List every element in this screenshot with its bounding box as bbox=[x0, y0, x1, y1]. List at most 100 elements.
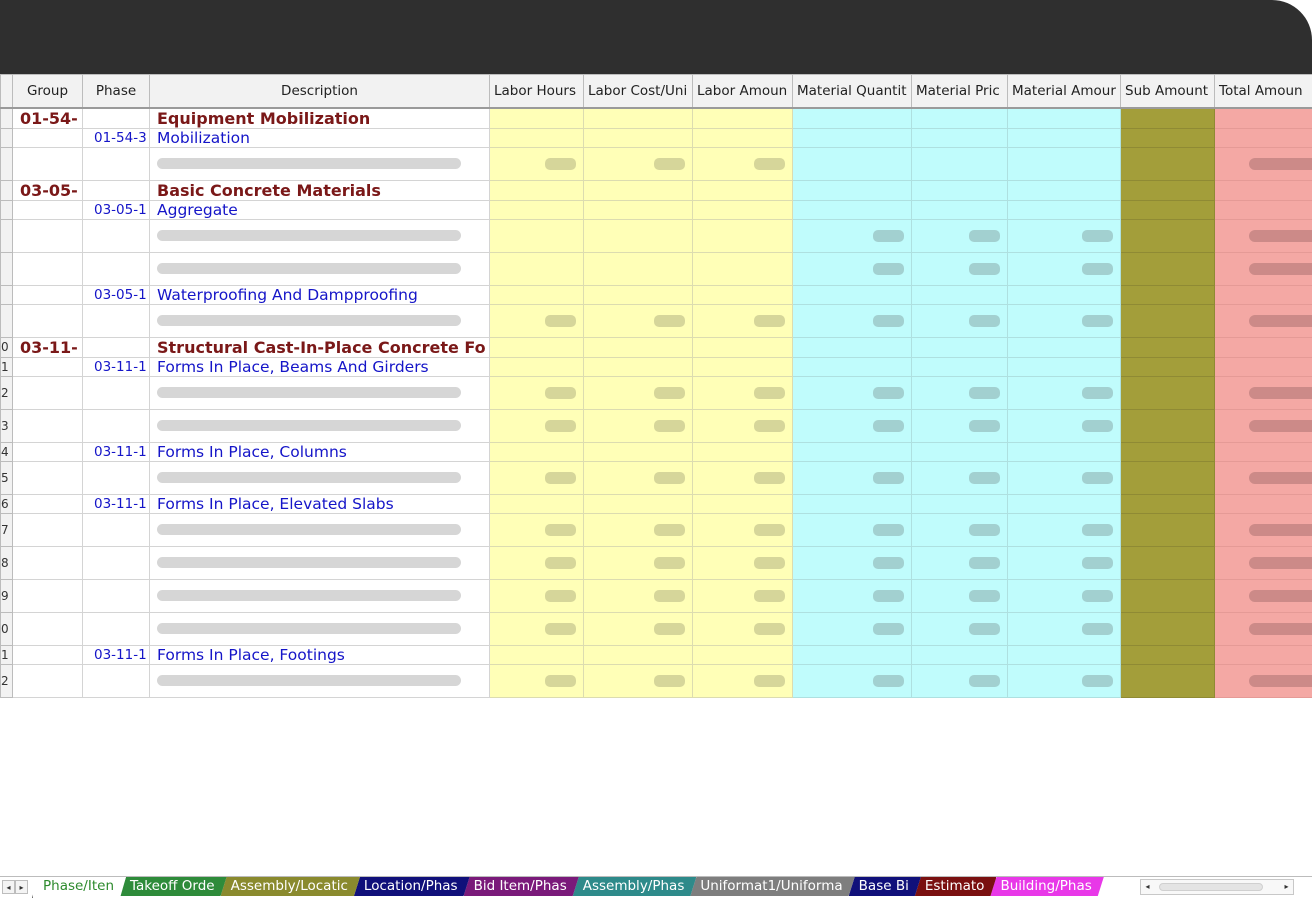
group-cell[interactable] bbox=[12, 545, 83, 580]
material-amount-cell[interactable] bbox=[1007, 336, 1121, 358]
material-price-cell[interactable] bbox=[911, 146, 1008, 181]
material-amount-cell[interactable] bbox=[1007, 512, 1121, 547]
group-cell[interactable] bbox=[12, 218, 83, 253]
labor-cost-unit-cell[interactable] bbox=[583, 493, 693, 514]
material-price-cell[interactable] bbox=[911, 284, 1008, 305]
spreadsheet-grid[interactable]: Group Phase Description Labor Hours Labo… bbox=[0, 74, 1312, 870]
tab-next-icon[interactable]: ▸ bbox=[15, 880, 28, 894]
material-amount-cell[interactable] bbox=[1007, 663, 1121, 698]
column-header-material-quantity[interactable]: Material Quantit bbox=[792, 74, 912, 109]
labor-amount-cell[interactable] bbox=[692, 578, 793, 613]
description-cell[interactable] bbox=[149, 251, 490, 286]
labor-hours-cell[interactable] bbox=[489, 578, 584, 613]
phase-cell[interactable]: 03-05-1 bbox=[82, 284, 150, 305]
labor-hours-cell[interactable] bbox=[489, 251, 584, 286]
total-amount-cell[interactable] bbox=[1214, 284, 1312, 305]
phase-row[interactable]: 03-05-1 Aggregate bbox=[0, 199, 1312, 220]
item-row[interactable]: 7 bbox=[0, 512, 1312, 547]
labor-cost-unit-cell[interactable] bbox=[583, 284, 693, 305]
material-price-cell[interactable] bbox=[911, 251, 1008, 286]
total-amount-cell[interactable] bbox=[1214, 127, 1312, 148]
sub-amount-cell[interactable] bbox=[1120, 284, 1215, 305]
total-amount-cell[interactable] bbox=[1214, 644, 1312, 665]
description-cell[interactable] bbox=[149, 460, 490, 495]
phase-cell[interactable]: 03-11-1 bbox=[82, 356, 150, 377]
phase-cell[interactable] bbox=[82, 218, 150, 253]
sub-amount-cell[interactable] bbox=[1120, 578, 1215, 613]
total-amount-cell[interactable] bbox=[1214, 179, 1312, 201]
phase-cell[interactable] bbox=[82, 303, 150, 338]
phase-cell[interactable] bbox=[82, 179, 150, 201]
column-header-sub-amount[interactable]: Sub Amount bbox=[1120, 74, 1215, 109]
material-price-cell[interactable] bbox=[911, 218, 1008, 253]
labor-amount-cell[interactable] bbox=[692, 545, 793, 580]
group-row[interactable]: 0 03-11- Structural Cast-In-Place Concrete… bbox=[0, 336, 1312, 358]
description-cell[interactable]: Forms In Place, Columns bbox=[149, 441, 490, 462]
phase-cell[interactable]: 03-05-1 bbox=[82, 199, 150, 220]
item-row[interactable]: 8 bbox=[0, 545, 1312, 580]
group-cell[interactable] bbox=[12, 356, 83, 377]
labor-hours-cell[interactable] bbox=[489, 303, 584, 338]
phase-cell[interactable] bbox=[82, 460, 150, 495]
labor-amount-cell[interactable] bbox=[692, 356, 793, 377]
sub-amount-cell[interactable] bbox=[1120, 460, 1215, 495]
total-amount-cell[interactable] bbox=[1214, 107, 1312, 129]
description-cell[interactable]: Mobilization bbox=[149, 127, 490, 148]
item-row[interactable] bbox=[0, 303, 1312, 338]
labor-hours-cell[interactable] bbox=[489, 375, 584, 410]
total-amount-cell[interactable] bbox=[1214, 375, 1312, 410]
group-cell[interactable] bbox=[12, 251, 83, 286]
group-cell[interactable] bbox=[12, 460, 83, 495]
sub-amount-cell[interactable] bbox=[1120, 303, 1215, 338]
item-row[interactable] bbox=[0, 146, 1312, 181]
scroll-right-icon[interactable]: ▸ bbox=[1280, 880, 1293, 894]
phase-cell[interactable] bbox=[82, 663, 150, 698]
labor-hours-cell[interactable] bbox=[489, 611, 584, 646]
material-amount-cell[interactable] bbox=[1007, 441, 1121, 462]
description-cell[interactable]: Waterproofing And Dampproofing bbox=[149, 284, 490, 305]
labor-hours-cell[interactable] bbox=[489, 146, 584, 181]
labor-cost-unit-cell[interactable] bbox=[583, 460, 693, 495]
description-cell[interactable] bbox=[149, 663, 490, 698]
group-cell[interactable]: 03-11- bbox=[12, 336, 83, 358]
labor-hours-cell[interactable] bbox=[489, 493, 584, 514]
group-cell[interactable] bbox=[12, 644, 83, 665]
item-row[interactable]: 2 bbox=[0, 663, 1312, 698]
phase-cell[interactable]: 01-54-3 bbox=[82, 127, 150, 148]
material-price-cell[interactable] bbox=[911, 611, 1008, 646]
material-price-cell[interactable] bbox=[911, 512, 1008, 547]
column-header-material-amount[interactable]: Material Amour bbox=[1007, 74, 1121, 109]
sub-amount-cell[interactable] bbox=[1120, 375, 1215, 410]
group-cell[interactable] bbox=[12, 512, 83, 547]
material-amount-cell[interactable] bbox=[1007, 493, 1121, 514]
labor-amount-cell[interactable] bbox=[692, 336, 793, 358]
labor-hours-cell[interactable] bbox=[489, 284, 584, 305]
phase-cell[interactable] bbox=[82, 611, 150, 646]
group-cell[interactable] bbox=[12, 493, 83, 514]
description-cell[interactable]: Basic Concrete Materials bbox=[149, 179, 490, 201]
item-row[interactable]: 3 bbox=[0, 408, 1312, 443]
sub-amount-cell[interactable] bbox=[1120, 107, 1215, 129]
group-cell[interactable] bbox=[12, 441, 83, 462]
material-price-cell[interactable] bbox=[911, 375, 1008, 410]
total-amount-cell[interactable] bbox=[1214, 251, 1312, 286]
material-quantity-cell[interactable] bbox=[792, 493, 912, 514]
labor-cost-unit-cell[interactable] bbox=[583, 179, 693, 201]
phase-cell[interactable] bbox=[82, 251, 150, 286]
sub-amount-cell[interactable] bbox=[1120, 663, 1215, 698]
labor-cost-unit-cell[interactable] bbox=[583, 336, 693, 358]
material-quantity-cell[interactable] bbox=[792, 441, 912, 462]
material-price-cell[interactable] bbox=[911, 356, 1008, 377]
column-header-labor-amount[interactable]: Labor Amoun bbox=[692, 74, 793, 109]
labor-cost-unit-cell[interactable] bbox=[583, 441, 693, 462]
description-cell[interactable] bbox=[149, 218, 490, 253]
column-header-material-price[interactable]: Material Pric bbox=[911, 74, 1008, 109]
labor-cost-unit-cell[interactable] bbox=[583, 545, 693, 580]
labor-cost-unit-cell[interactable] bbox=[583, 303, 693, 338]
labor-cost-unit-cell[interactable] bbox=[583, 127, 693, 148]
column-header-total-amount[interactable]: Total Amoun bbox=[1214, 74, 1312, 109]
sub-amount-cell[interactable] bbox=[1120, 512, 1215, 547]
sub-amount-cell[interactable] bbox=[1120, 611, 1215, 646]
description-cell[interactable]: Forms In Place, Footings bbox=[149, 644, 490, 665]
sub-amount-cell[interactable] bbox=[1120, 179, 1215, 201]
